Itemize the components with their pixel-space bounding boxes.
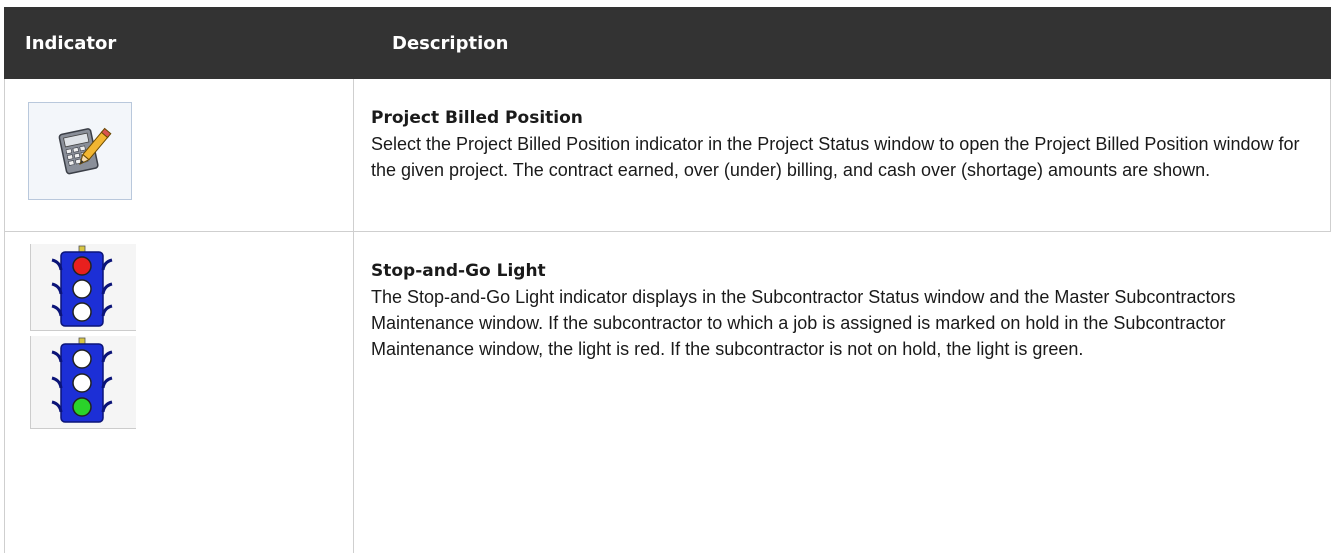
table-header: Indicator Description — [4, 7, 1331, 79]
project-billed-position-icon-frame — [28, 102, 132, 200]
traffic-light-green-icon — [51, 337, 113, 423]
indicator-table: Indicator Description Project Billed Pos… — [4, 7, 1331, 553]
calculator-pencil-icon — [58, 127, 112, 175]
indicator-description: The Stop-and-Go Light indicator displays… — [371, 287, 1236, 359]
column-header-indicator: Indicator — [25, 32, 117, 54]
indicator-cell — [5, 79, 354, 231]
description-cell: Stop-and-Go Light The Stop-and-Go Light … — [354, 232, 1331, 553]
description-cell: Project Billed Position Select the Proje… — [354, 79, 1330, 231]
traffic-light-red-frame — [30, 244, 136, 331]
traffic-light-red-icon — [51, 245, 113, 327]
indicator-description: Select the Project Billed Position indic… — [371, 134, 1300, 180]
table-row: Project Billed Position Select the Proje… — [4, 79, 1331, 232]
column-header-description: Description — [392, 32, 509, 54]
indicator-title: Project Billed Position — [371, 108, 583, 128]
traffic-light-green-frame — [30, 336, 136, 429]
indicator-title: Stop-and-Go Light — [371, 261, 546, 281]
table-row: Stop-and-Go Light The Stop-and-Go Light … — [4, 232, 1331, 553]
indicator-cell — [5, 232, 354, 553]
